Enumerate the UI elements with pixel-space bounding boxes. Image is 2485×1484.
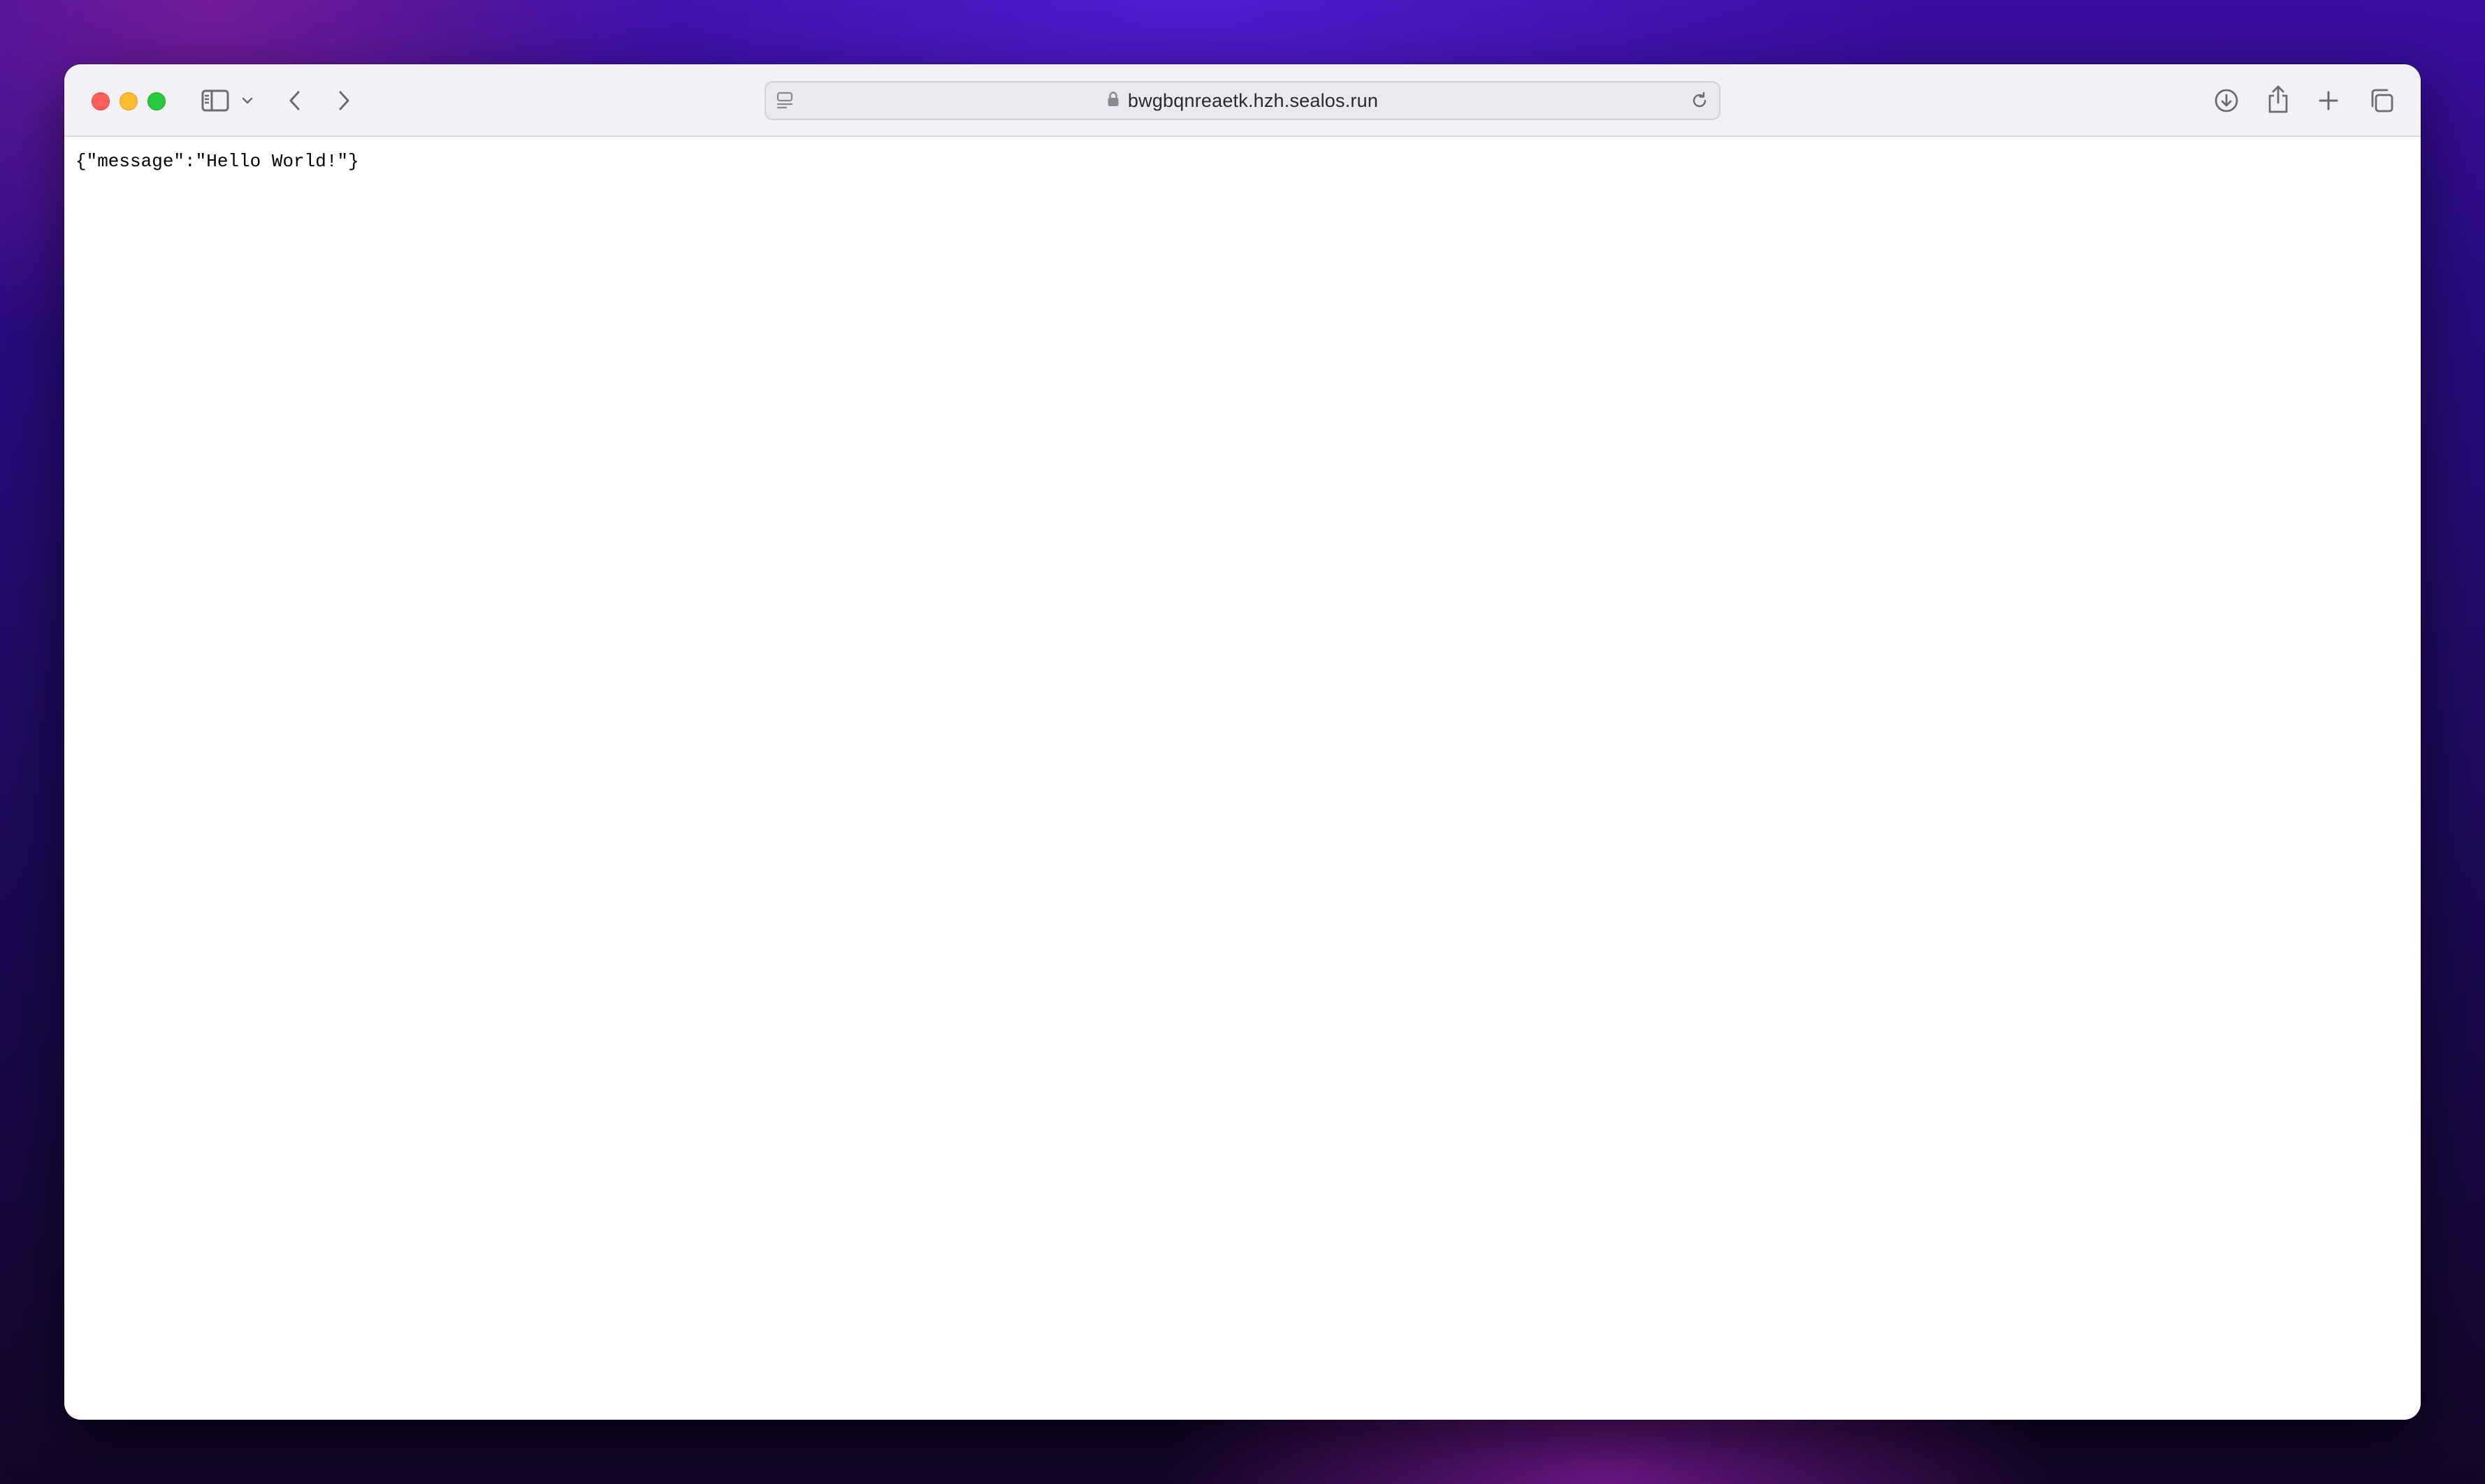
- sidebar-icon: [201, 89, 229, 112]
- maximize-window-button[interactable]: [147, 92, 166, 110]
- back-button[interactable]: [284, 87, 306, 115]
- reload-button[interactable]: [1690, 91, 1709, 114]
- tab-overview-icon: [2368, 87, 2395, 114]
- minimize-window-button[interactable]: [119, 92, 138, 110]
- json-response-text: {"message":"Hello World!"}: [75, 151, 359, 172]
- url-text: bwgbqnreaetk.hzh.sealos.run: [1127, 89, 1379, 111]
- browser-toolbar: bwgbqnreaetk.hzh.sealos.run: [64, 64, 2421, 137]
- sidebar-menu-button[interactable]: [239, 92, 256, 109]
- share-icon: [2266, 84, 2290, 115]
- forward-button[interactable]: [333, 87, 355, 115]
- share-button[interactable]: [2264, 82, 2292, 116]
- back-icon: [287, 89, 303, 112]
- new-tab-button[interactable]: [2314, 87, 2342, 115]
- browser-window: bwgbqnreaetk.hzh.sealos.run {"message":"…: [64, 64, 2421, 1420]
- downloads-icon: [2213, 87, 2240, 114]
- chevron-down-icon: [241, 96, 254, 105]
- reload-icon: [1693, 92, 1707, 108]
- page-content: {"message":"Hello World!"}: [64, 137, 2421, 1420]
- address-bar[interactable]: bwgbqnreaetk.hzh.sealos.run: [765, 81, 1720, 120]
- close-window-button[interactable]: [92, 92, 110, 110]
- new-tab-icon: [2317, 89, 2340, 112]
- sidebar-toggle-button[interactable]: [200, 88, 231, 113]
- lock-icon: [1107, 91, 1120, 111]
- tab-overview-button[interactable]: [2366, 85, 2397, 116]
- url-display[interactable]: bwgbqnreaetk.hzh.sealos.run: [766, 82, 1719, 119]
- downloads-button[interactable]: [2211, 85, 2242, 116]
- forward-icon: [336, 89, 352, 112]
